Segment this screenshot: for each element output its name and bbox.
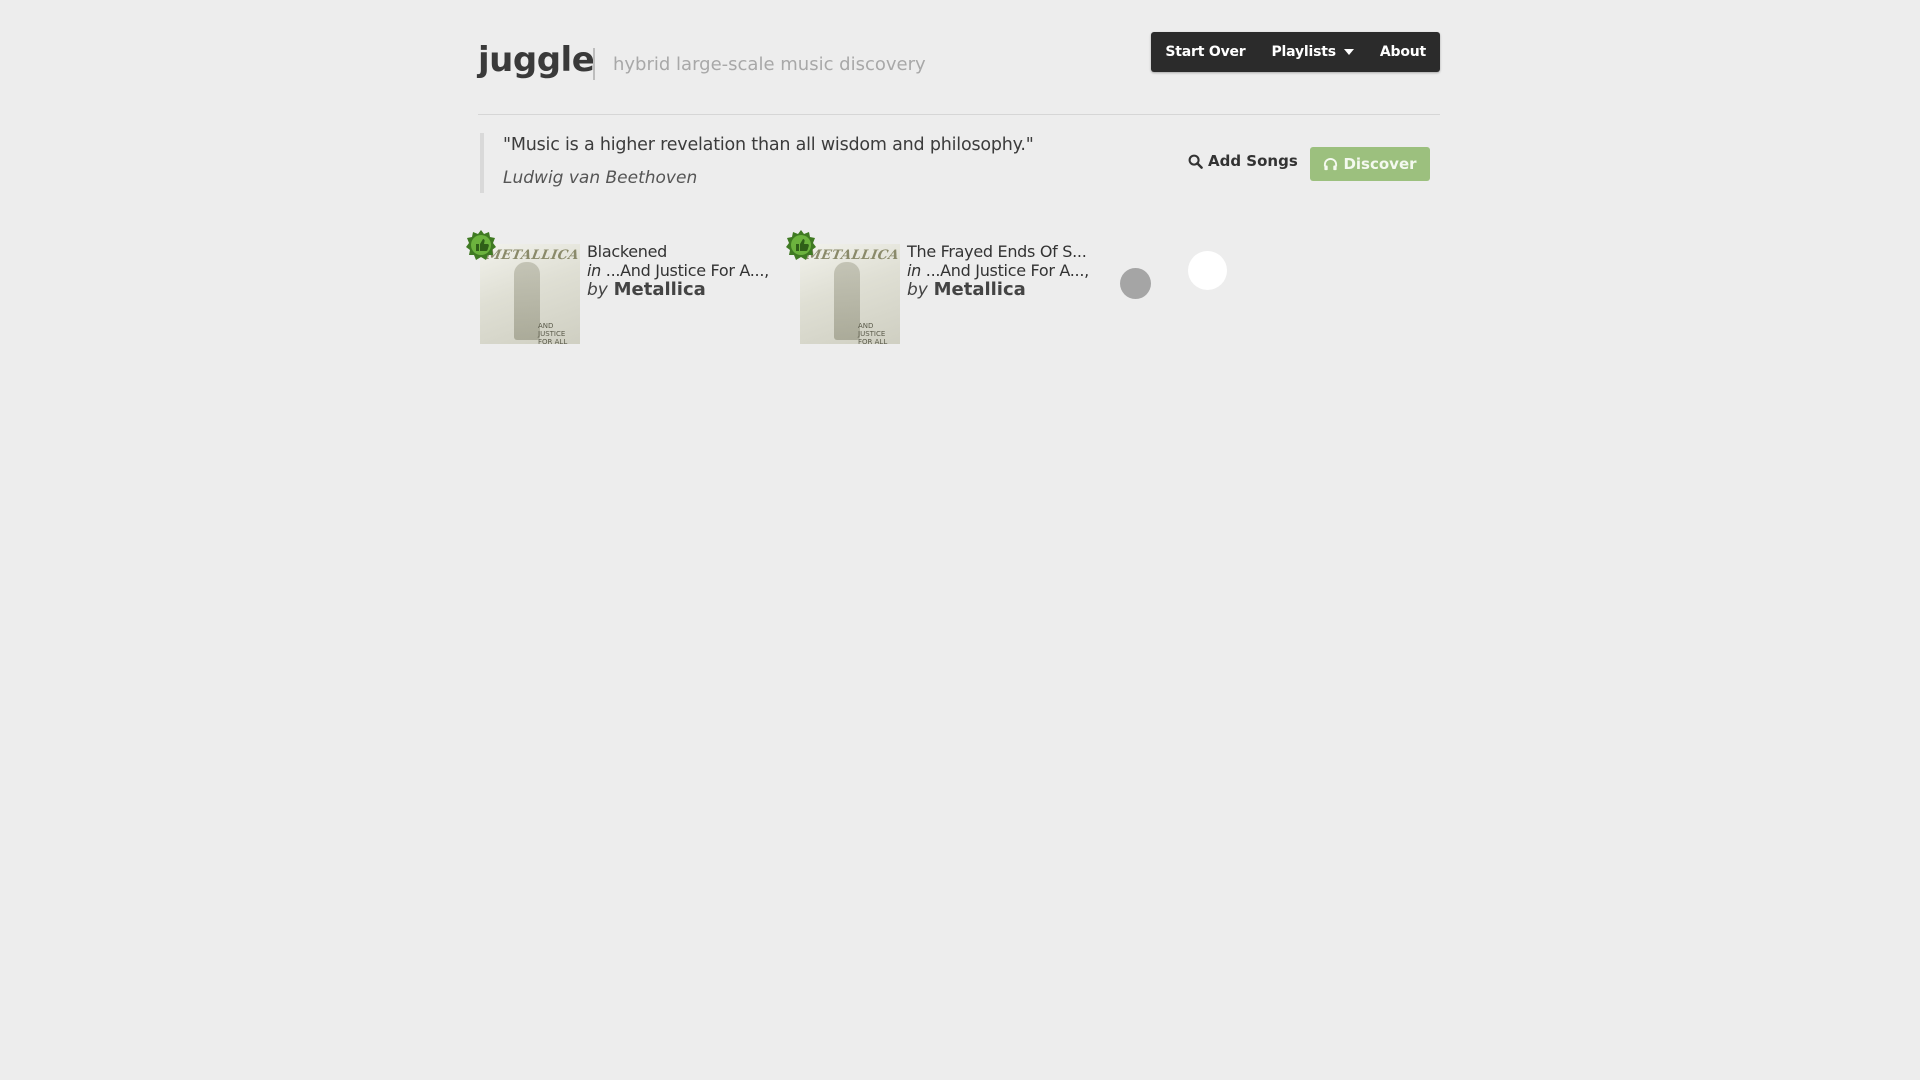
search-icon (1188, 154, 1203, 169)
by-label: by (907, 280, 928, 300)
artist-name: Metallica (933, 279, 1026, 300)
top-navbar: Start Over Playlists About (1151, 32, 1440, 72)
headphones-icon (1324, 157, 1338, 170)
tagline: hybrid large-scale music discovery (613, 54, 926, 75)
quote-author: Ludwig van Beethoven (503, 168, 698, 188)
loading-dot-grey (1120, 268, 1151, 299)
song-title: The Frayed Ends Of S... (907, 242, 1087, 261)
thumbs-up-icon[interactable] (785, 229, 817, 261)
album-name: ...And Justice For A..., (605, 261, 769, 280)
discover-label: Discover (1343, 155, 1417, 173)
brand-logo[interactable]: juggle (478, 40, 595, 80)
thumbs-up-icon[interactable] (465, 229, 497, 261)
add-songs-button[interactable]: Add Songs (1188, 152, 1298, 170)
add-songs-label: Add Songs (1208, 152, 1298, 170)
song-artist: by Metallica (587, 280, 769, 300)
loading-dot-white (1188, 251, 1227, 290)
quote-text: "Music is a higher revelation than all w… (503, 135, 1034, 155)
caret-down-icon (1343, 49, 1354, 55)
playlists-label: Playlists (1271, 44, 1337, 60)
page-header: juggle hybrid large-scale music discover… (478, 30, 1440, 115)
song-artist: by Metallica (907, 280, 1089, 300)
artist-name: Metallica (613, 279, 706, 300)
about-link[interactable]: About (1380, 44, 1426, 60)
start-over-link[interactable]: Start Over (1165, 44, 1245, 60)
cover-statue (514, 262, 540, 340)
song-meta: Blackened in ...And Justice For A..., by… (587, 242, 769, 300)
cover-subtitle: AND JUSTICE FOR ALL (538, 322, 568, 344)
discover-button[interactable]: Discover (1310, 147, 1430, 181)
cover-subtitle: AND JUSTICE FOR ALL (858, 322, 888, 344)
song-meta: The Frayed Ends Of S... in ...And Justic… (907, 242, 1089, 300)
song-card[interactable]: METALLICA AND JUSTICE FOR ALL Blackened … (466, 229, 780, 345)
brand-divider (593, 48, 595, 80)
song-album: in ...And Justice For A..., (907, 261, 1089, 280)
cover-statue (834, 262, 860, 340)
quote-block: "Music is a higher revelation than all w… (480, 133, 1034, 193)
in-label: in (907, 261, 921, 280)
by-label: by (587, 280, 608, 300)
playlists-dropdown[interactable]: Playlists (1272, 44, 1354, 60)
in-label: in (587, 261, 601, 280)
song-title: Blackened (587, 242, 668, 261)
song-card[interactable]: METALLICA AND JUSTICE FOR ALL The Frayed… (786, 229, 1100, 345)
album-name: ...And Justice For A..., (925, 261, 1089, 280)
song-album: in ...And Justice For A..., (587, 261, 769, 280)
